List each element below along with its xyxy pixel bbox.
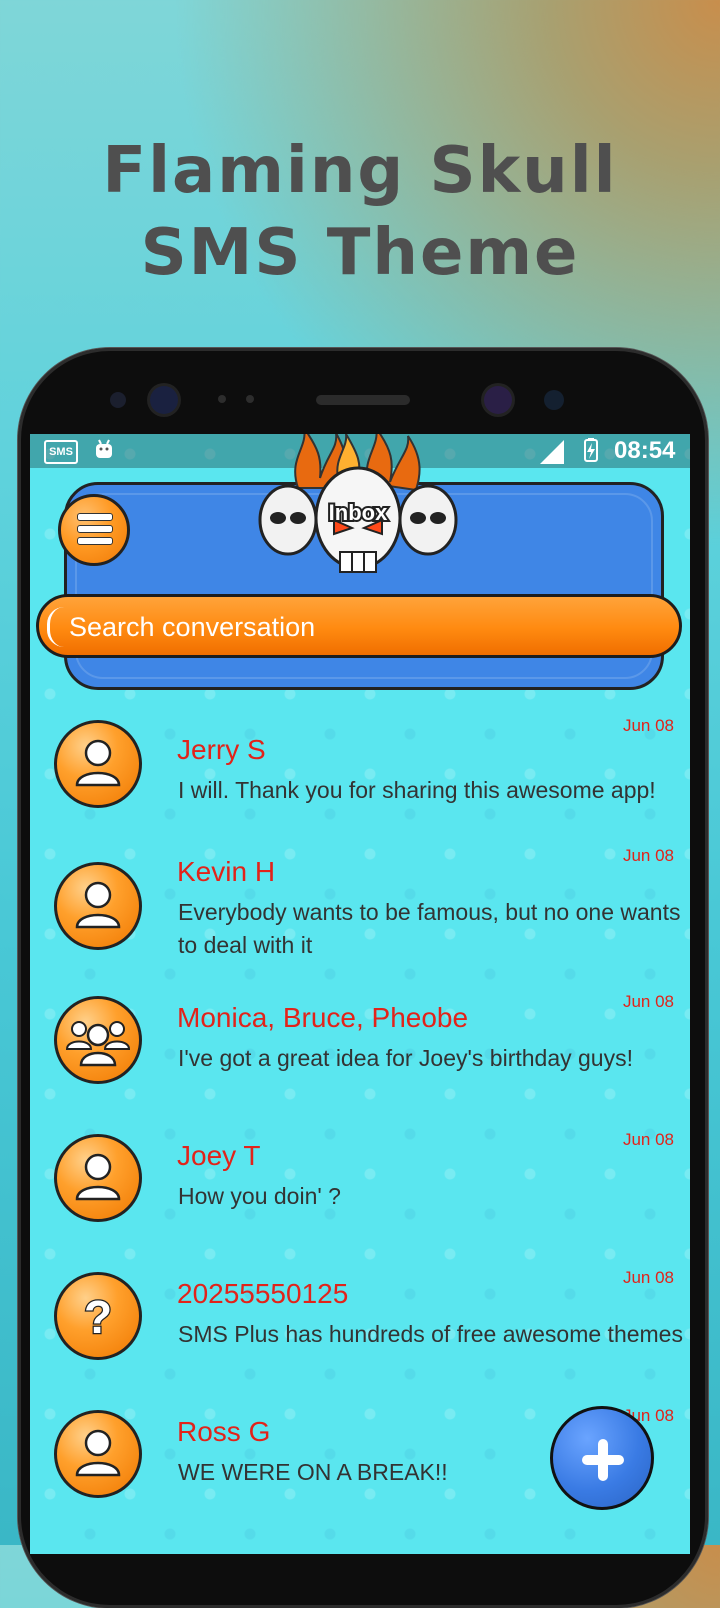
front-camera-icon — [150, 386, 178, 414]
contact-name: 20255550125 — [177, 1278, 349, 1309]
inbox-title: Inbox — [329, 500, 388, 525]
earpiece-speaker — [316, 395, 410, 405]
contact-name: Joey T — [177, 1140, 261, 1171]
iris-camera-icon — [484, 386, 512, 414]
group-icon — [65, 1021, 131, 1067]
front-sensor-icon — [110, 392, 126, 408]
contact-name: Jerry S — [177, 734, 266, 765]
conversation-row[interactable]: Joey T How you doin' ? Jun 08 — [30, 1120, 690, 1258]
conversation-row[interactable]: Jerry S I will. Thank you for sharing th… — [30, 706, 690, 844]
menu-button[interactable] — [58, 494, 130, 566]
new-message-button[interactable] — [550, 1406, 654, 1510]
message-date: Jun 08 — [622, 846, 674, 865]
unknown-contact-icon: ? — [83, 1290, 114, 1345]
avatar: ? — [54, 1272, 142, 1360]
sms-app-icon: SMS — [44, 440, 78, 464]
avatar — [54, 862, 142, 950]
contact-name: Kevin H — [177, 856, 276, 887]
avatar — [54, 720, 142, 808]
promo-title-line1: Flaming Skull — [102, 134, 618, 208]
message-preview: Everybody wants to be famous, but no one… — [178, 899, 681, 958]
person-icon — [75, 739, 121, 787]
promo-title: Flaming Skull SMS Theme — [0, 130, 720, 294]
message-preview: I've got a great idea for Joey's birthda… — [178, 1045, 633, 1071]
message-date: Jun 08 — [622, 1130, 674, 1149]
avatar — [54, 1134, 142, 1222]
message-date: Jun 08 — [622, 992, 674, 1011]
plus-icon — [598, 1439, 608, 1481]
flaming-skull-logo-icon: Inbox — [258, 434, 458, 573]
person-icon — [75, 1153, 121, 1201]
contact-name: Monica, Bruce, Pheobe — [177, 1002, 469, 1033]
status-time: 08:54 — [614, 437, 676, 464]
proximity-sensor-icon — [544, 390, 564, 410]
signal-icon — [540, 440, 564, 464]
android-icon — [96, 439, 112, 458]
avatar — [54, 1410, 142, 1498]
message-preview: SMS Plus has hundreds of free awesome th… — [178, 1321, 683, 1347]
avatar — [54, 996, 142, 1084]
search-input[interactable] — [67, 606, 631, 648]
contact-name: Ross G — [177, 1416, 271, 1447]
message-preview: I will. Thank you for sharing this aweso… — [178, 777, 656, 803]
promo-title-line2: SMS Theme — [140, 216, 580, 290]
message-date: Jun 08 — [622, 1268, 674, 1287]
message-preview: How you doin' ? — [178, 1183, 341, 1209]
hamburger-menu-icon — [77, 525, 113, 533]
phone-screen: SMS 08:54 Inbox Search conversation Jerr… — [30, 434, 690, 1554]
sensor-dot-icon — [218, 395, 226, 403]
hamburger-menu-icon — [77, 513, 113, 521]
conversation-row[interactable]: Monica, Bruce, Pheobe I've got a great i… — [30, 982, 690, 1120]
person-icon — [75, 881, 121, 929]
svg-text:?: ? — [84, 1291, 112, 1343]
battery-charging-icon — [584, 438, 598, 462]
conversation-row[interactable]: Kevin H Everybody wants to be famous, bu… — [30, 844, 690, 982]
person-icon — [75, 1429, 121, 1477]
sensor-dot-icon — [246, 395, 254, 403]
search-bar[interactable] — [36, 594, 682, 658]
message-date: Jun 08 — [622, 716, 674, 735]
hamburger-menu-icon — [77, 537, 113, 545]
conversation-row[interactable]: ? 20255550125 SMS Plus has hundreds of f… — [30, 1258, 690, 1396]
